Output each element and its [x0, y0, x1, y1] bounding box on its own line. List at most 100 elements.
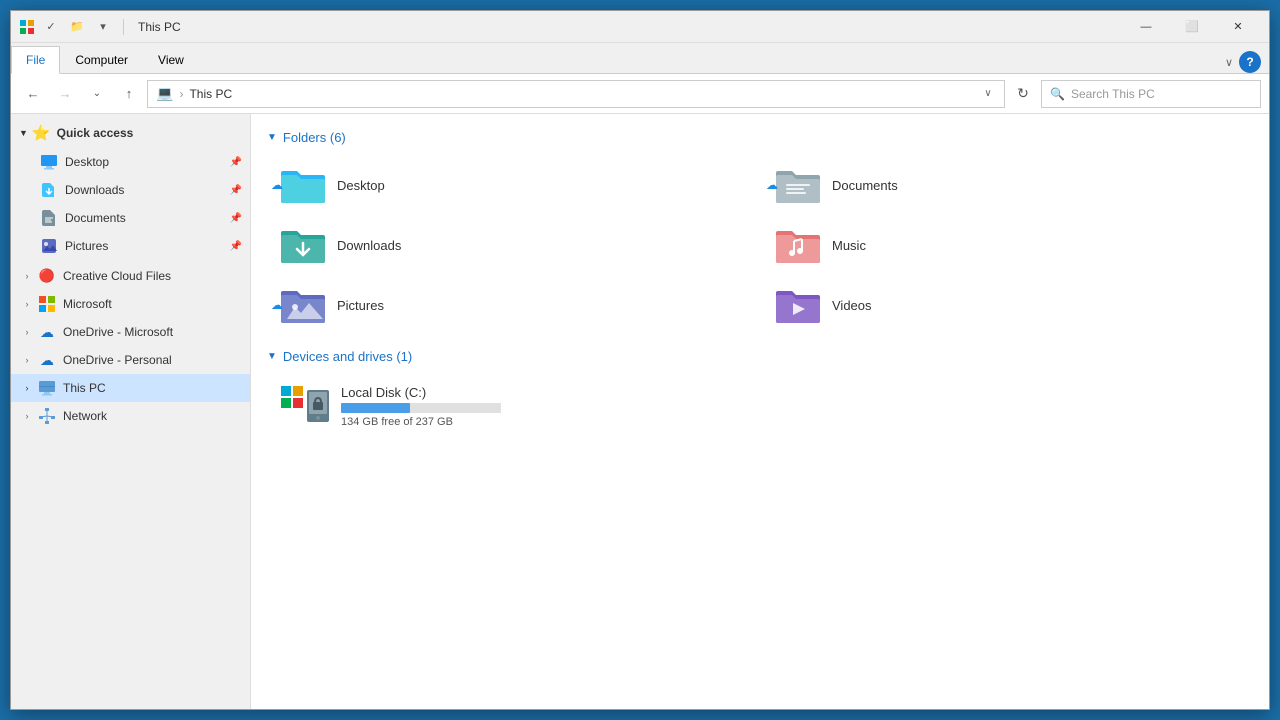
sidebar: ▼ ⭐ Quick access Desktop 📌	[11, 114, 251, 709]
devices-section: ▼ Devices and drives (1)	[267, 349, 1253, 436]
desktop-folder-name: Desktop	[337, 178, 385, 193]
sidebar-item-downloads[interactable]: Downloads 📌	[11, 176, 250, 204]
documents-icon	[39, 208, 59, 228]
minimize-button[interactable]: —	[1123, 11, 1169, 43]
creative-cloud-icon: 🔴	[37, 266, 57, 286]
title-bar-left: ✓ 📁 ▾ This PC	[19, 16, 1123, 38]
sidebar-documents-pin: 📌	[230, 213, 242, 224]
quick-access-label: Quick access	[57, 126, 134, 140]
videos-folder-icon	[774, 285, 822, 325]
sidebar-item-documents[interactable]: Documents 📌	[11, 204, 250, 232]
address-dropdown-icon[interactable]: ∨	[980, 86, 996, 102]
maximize-button[interactable]: ⬜	[1169, 11, 1215, 43]
devices-toggle-icon: ▼	[267, 351, 277, 362]
documents-cloud-icon: ☁	[766, 178, 778, 192]
ribbon-expand-icon: ∨	[1225, 56, 1233, 69]
folder-item-videos[interactable]: Videos	[762, 277, 1253, 333]
desktop-cloud-icon: ☁	[271, 178, 283, 192]
microsoft-expand-icon: ›	[19, 296, 35, 312]
music-folder-name: Music	[832, 238, 866, 253]
sidebar-item-desktop[interactable]: Desktop 📌	[11, 148, 250, 176]
sidebar-item-onedrive-personal[interactable]: › ☁ OneDrive - Personal	[11, 346, 250, 374]
address-bar[interactable]: 💻 › This PC ∨	[147, 80, 1005, 108]
folder-item-documents[interactable]: ☁ Documents	[762, 157, 1253, 213]
devices-section-header[interactable]: ▼ Devices and drives (1)	[267, 349, 1253, 364]
sidebar-pictures-pin: 📌	[230, 241, 242, 252]
folders-grid: ☁ Desktop ☁	[267, 157, 1253, 333]
documents-folder-icon	[774, 165, 822, 205]
quick-access-section: ▼ ⭐ Quick access Desktop 📌	[11, 118, 250, 260]
sidebar-downloads-pin: 📌	[230, 185, 242, 196]
quick-access-star-icon: ⭐	[32, 124, 51, 142]
help-button[interactable]: ?	[1239, 51, 1261, 73]
sidebar-item-microsoft[interactable]: › Microsoft	[11, 290, 250, 318]
sidebar-creative-cloud-label: Creative Cloud Files	[63, 269, 242, 283]
main-layout: ▼ ⭐ Quick access Desktop 📌	[11, 114, 1269, 709]
sidebar-onedrive-ms-label: OneDrive - Microsoft	[63, 325, 242, 339]
search-placeholder: Search This PC	[1071, 87, 1155, 101]
sidebar-documents-label: Documents	[65, 211, 230, 225]
tab-view[interactable]: View	[143, 46, 199, 74]
ribbon-tabs: File Computer View ∨ ?	[11, 43, 1269, 73]
sidebar-pictures-label: Pictures	[65, 239, 230, 253]
qab-checkmark[interactable]: ✓	[39, 16, 63, 38]
up-button[interactable]: ↑	[115, 80, 143, 108]
content-area: ▼ Folders (6) ☁ Desktop	[251, 114, 1269, 709]
creative-cloud-expand-icon: ›	[19, 268, 35, 284]
drive-item-local-disk[interactable]: Local Disk (C:) 134 GB free of 237 GB	[267, 376, 711, 436]
window-icon	[19, 19, 35, 35]
folders-section-label: Folders (6)	[283, 130, 346, 145]
forward-button[interactable]: →	[51, 80, 79, 108]
address-pc-icon: 💻	[156, 85, 173, 102]
qab-dropdown[interactable]: ▾	[91, 16, 115, 38]
videos-folder-name: Videos	[832, 298, 872, 313]
tab-computer[interactable]: Computer	[60, 46, 143, 74]
sidebar-desktop-label: Desktop	[65, 155, 230, 169]
local-disk-info: Local Disk (C:) 134 GB free of 237 GB	[341, 385, 501, 428]
quick-access-collapse-icon: ▼	[19, 128, 28, 138]
local-disk-name: Local Disk (C:)	[341, 385, 501, 400]
search-icon: 🔍	[1050, 87, 1065, 101]
window-title: This PC	[138, 20, 181, 34]
title-separator	[123, 19, 124, 35]
sidebar-network-label: Network	[63, 409, 242, 423]
pictures-folder-icon	[279, 285, 327, 325]
recent-locations-button[interactable]: ⌄	[83, 80, 111, 108]
sidebar-item-onedrive-ms[interactable]: › ☁ OneDrive - Microsoft	[11, 318, 250, 346]
folder-item-music[interactable]: Music	[762, 217, 1253, 273]
sidebar-item-this-pc[interactable]: › This PC	[11, 374, 250, 402]
network-icon	[37, 406, 57, 426]
network-expand-icon: ›	[19, 408, 35, 424]
folders-section-header[interactable]: ▼ Folders (6)	[267, 130, 1253, 145]
window-controls: — ⬜ ✕	[1123, 11, 1261, 43]
onedrive-ms-expand-icon: ›	[19, 324, 35, 340]
sidebar-desktop-pin: 📌	[230, 157, 242, 168]
title-bar: ✓ 📁 ▾ This PC — ⬜ ✕	[11, 11, 1269, 43]
qab-folder[interactable]: 📁	[65, 16, 89, 38]
close-button[interactable]: ✕	[1215, 11, 1261, 43]
quick-access-toolbar: ✓ 📁 ▾	[39, 16, 115, 38]
address-path: This PC	[189, 87, 232, 101]
quick-access-header[interactable]: ▼ ⭐ Quick access	[11, 118, 250, 148]
folder-item-desktop[interactable]: ☁ Desktop	[267, 157, 758, 213]
folder-item-downloads[interactable]: Downloads	[267, 217, 758, 273]
address-separator: ›	[179, 87, 183, 101]
folders-toggle-icon: ▼	[267, 132, 277, 143]
sidebar-item-network[interactable]: › Network	[11, 402, 250, 430]
local-disk-icon	[279, 384, 331, 428]
downloads-folder-icon	[279, 225, 327, 265]
search-bar[interactable]: 🔍 Search This PC	[1041, 80, 1261, 108]
refresh-button[interactable]: ↻	[1009, 80, 1037, 108]
onedrive-ms-icon: ☁	[37, 322, 57, 342]
drive-bar-fill	[341, 403, 410, 413]
ribbon: File Computer View ∨ ?	[11, 43, 1269, 74]
pictures-cloud-icon: ☁	[271, 298, 283, 312]
pictures-icon	[39, 236, 59, 256]
tab-file[interactable]: File	[11, 46, 60, 74]
sidebar-item-pictures[interactable]: Pictures 📌	[11, 232, 250, 260]
back-button[interactable]: ←	[19, 80, 47, 108]
sidebar-item-creative-cloud[interactable]: › 🔴 Creative Cloud Files	[11, 262, 250, 290]
file-explorer-window: ✓ 📁 ▾ This PC — ⬜ ✕ File Computer View	[10, 10, 1270, 710]
folder-item-pictures[interactable]: ☁ Pictures	[267, 277, 758, 333]
navigation-bar: ← → ⌄ ↑ 💻 › This PC ∨ ↻ 🔍 Search This PC	[11, 74, 1269, 114]
